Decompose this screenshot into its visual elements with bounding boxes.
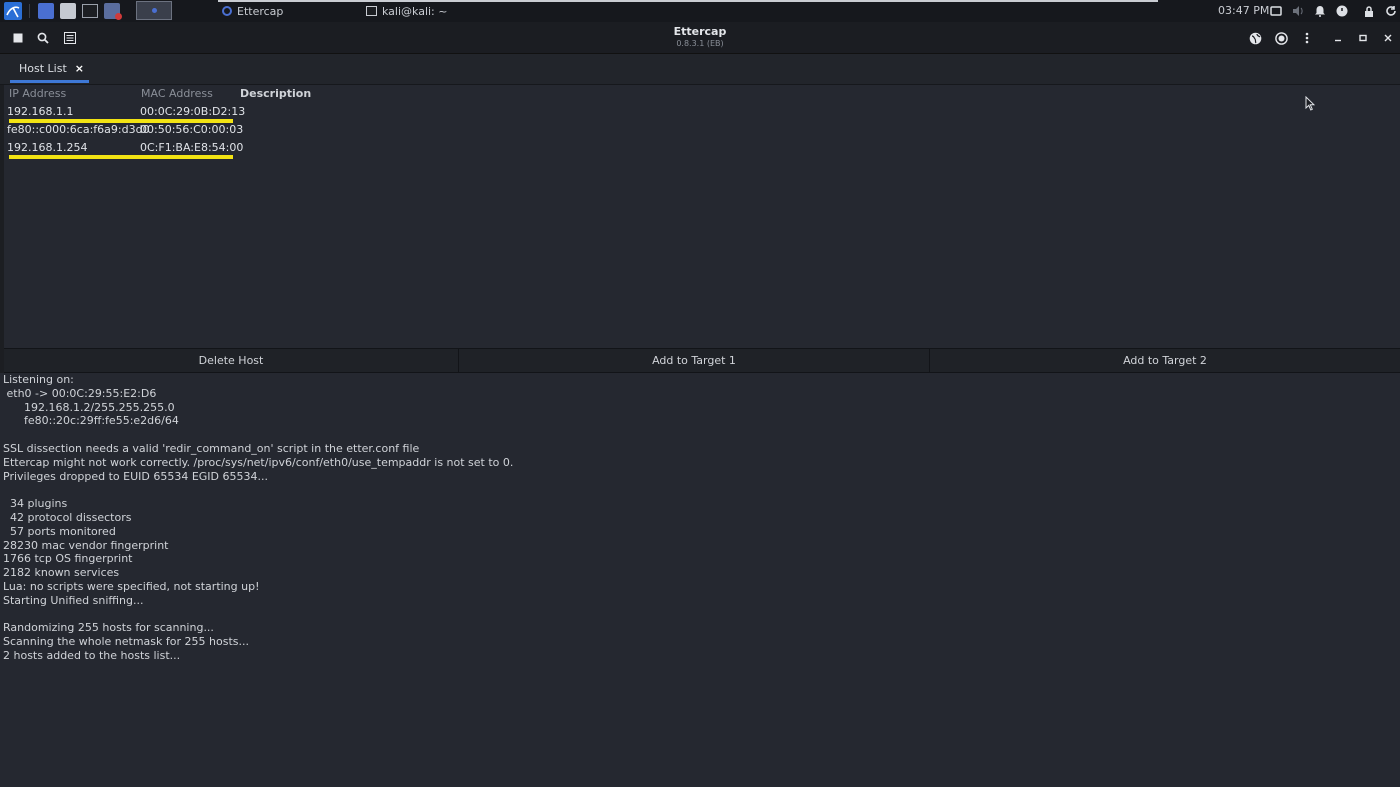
file-manager-icon[interactable] <box>38 3 54 19</box>
host-mac: 00:0C:29:0B:D2:13 <box>140 105 246 118</box>
log-line: Randomizing 255 hosts for scanning... <box>3 621 214 635</box>
log-line: 1766 tcp OS fingerprint <box>3 552 133 566</box>
display-icon[interactable] <box>1269 4 1283 18</box>
panel-separator <box>29 4 30 18</box>
task-label: Ettercap <box>237 4 284 18</box>
folder-icon[interactable] <box>60 3 76 19</box>
active-tab-indicator <box>10 80 89 83</box>
log-line: 2182 known services <box>3 566 120 580</box>
bell-icon[interactable] <box>1313 4 1327 18</box>
window-subtitle-version: 0.8.3.1 (EB) <box>676 39 724 48</box>
host-mac: 00:50:56:C0:00:03 <box>140 123 244 136</box>
log-line: 42 protocol dissectors <box>3 510 132 524</box>
lock-icon[interactable] <box>1362 4 1376 18</box>
terminal-icon[interactable] <box>82 4 98 18</box>
log-line: 28230 mac vendor fingerprint <box>3 538 169 552</box>
log-line: fe80::20c:29ff:fe55:e2d6/64 <box>3 414 179 428</box>
log-line: 192.168.1.2/255.255.255.0 <box>3 400 175 414</box>
yellow-highlight-underline <box>9 155 233 159</box>
column-header-description[interactable]: Description <box>240 87 311 100</box>
log-line: Scanning the whole netmask for 255 hosts… <box>3 635 249 649</box>
panel-progress-line <box>218 0 1158 2</box>
power-icon[interactable] <box>1335 4 1349 18</box>
refresh-icon[interactable] <box>1384 4 1398 18</box>
log-line: eth0 -> 00:0C:29:55:E2:D6 <box>3 386 157 400</box>
workspace-switcher[interactable] <box>136 1 172 20</box>
table-row[interactable]: 192.168.1.254 0C:F1:BA:E8:54:00 <box>4 141 244 159</box>
close-icon[interactable] <box>1378 28 1398 48</box>
log-lines: Listening on: eth0 -> 00:0C:29:55:E2:D6 … <box>0 373 1400 663</box>
mitm-globe-icon[interactable] <box>1245 28 1265 48</box>
column-header-ip[interactable]: IP Address <box>9 87 66 100</box>
clock[interactable]: 03:47 PM <box>1218 4 1269 17</box>
maximize-icon[interactable] <box>1353 28 1373 48</box>
ettercap-icon <box>222 6 232 16</box>
log-line <box>3 428 1400 442</box>
menu-kebab-icon[interactable] <box>1297 28 1317 48</box>
window-title: Ettercap <box>673 25 727 38</box>
host-actions-bar: Delete Host Add to Target 1 Add to Targe… <box>4 348 1400 373</box>
top-panel: Ettercap kali@kali: ~ 03:47 PM <box>0 0 1400 23</box>
log-console[interactable]: Listening on: eth0 -> 00:0C:29:55:E2:D6 … <box>0 373 1400 787</box>
table-row[interactable]: 192.168.1.1 00:0C:29:0B:D2:13 <box>4 105 246 123</box>
media-icon[interactable] <box>104 3 122 20</box>
task-label: kali@kali: ~ <box>382 4 448 18</box>
log-line: Lua: no scripts were specified, not star… <box>3 579 260 593</box>
delete-host-button[interactable]: Delete Host <box>4 349 459 372</box>
terminal-icon <box>366 6 377 16</box>
tab-label: Host List <box>19 61 67 75</box>
tab-host-list[interactable]: Host List × <box>10 54 89 83</box>
log-line: 2 hosts added to the hosts list... <box>3 648 181 662</box>
host-mac: 0C:F1:BA:E8:54:00 <box>140 141 244 154</box>
minimize-icon[interactable] <box>1328 28 1348 48</box>
kali-menu-icon[interactable] <box>4 2 22 20</box>
host-ip: 192.168.1.254 <box>7 141 88 154</box>
host-ip: fe80::c000:6ca:f6a9:d3d0 <box>7 123 150 136</box>
log-line <box>3 608 1400 622</box>
window-titlebar: Ettercap 0.8.3.1 (EB) <box>0 22 1400 54</box>
task-ettercap[interactable]: Ettercap <box>222 1 283 21</box>
log-line: Listening on: <box>3 373 74 386</box>
log-line: Starting Unified sniffing... <box>3 593 144 607</box>
column-header-mac[interactable]: MAC Address <box>141 87 213 100</box>
add-to-target-1-button[interactable]: Add to Target 1 <box>459 349 930 372</box>
host-list-table: IP Address MAC Address Description 192.1… <box>4 85 1400 347</box>
tab-bar: Host List × <box>0 54 1400 85</box>
log-line: Privileges dropped to EUID 65534 EGID 65… <box>3 469 268 483</box>
add-to-target-2-button[interactable]: Add to Target 2 <box>930 349 1400 372</box>
record-icon[interactable] <box>1271 28 1291 48</box>
tab-close-icon[interactable]: × <box>75 62 84 75</box>
volume-icon[interactable] <box>1291 4 1305 18</box>
log-line: 34 plugins <box>3 497 68 511</box>
log-line: Ettercap might not work correctly. /proc… <box>3 455 514 469</box>
mouse-cursor-icon <box>1305 96 1315 111</box>
log-line: 57 ports monitored <box>3 524 116 538</box>
table-row[interactable]: fe80::c000:6ca:f6a9:d3d0 00:50:56:C0:00:… <box>4 123 244 139</box>
host-ip: 192.168.1.1 <box>7 105 74 118</box>
task-terminal[interactable]: kali@kali: ~ <box>366 1 447 21</box>
log-line <box>3 483 1400 497</box>
log-line: SSL dissection needs a valid 'redir_comm… <box>3 441 420 455</box>
